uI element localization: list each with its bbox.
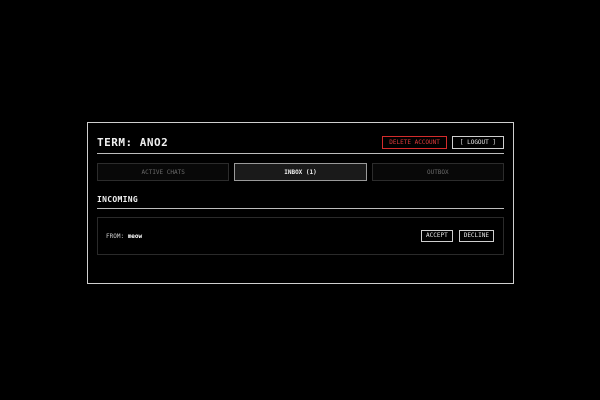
delete-account-button[interactable]: DELETE ACCOUNT [382, 135, 447, 149]
request-from: FROM: meow [106, 233, 142, 240]
from-label: FROM: [106, 232, 128, 240]
tab-inbox[interactable]: INBOX (1) [234, 163, 367, 181]
accept-button[interactable]: ACCEPT [421, 230, 453, 242]
from-username: meow [127, 232, 143, 240]
tab-bar: ACTIVE CHATS INBOX (1) OUTBOX [97, 163, 504, 181]
list-item: FROM: meow ACCEPT DECLINE [97, 217, 504, 255]
section-title: INCOMING [97, 195, 138, 204]
section-divider [97, 208, 504, 209]
decline-button[interactable]: DECLINE [458, 230, 494, 242]
tab-active-chats[interactable]: ACTIVE CHATS [97, 163, 230, 181]
request-actions: ACCEPT DECLINE [421, 230, 494, 242]
tab-outbox[interactable]: OUTBOX [371, 163, 504, 181]
logout-button[interactable]: [ LOGOUT ] [451, 135, 504, 149]
panel-header: TERM: ANO2 DELETE ACCOUNT [ LOGOUT ] [97, 131, 504, 153]
header-divider [97, 153, 504, 154]
header-actions: DELETE ACCOUNT [ LOGOUT ] [382, 135, 504, 149]
page-title: TERM: ANO2 [97, 135, 169, 149]
terminal-panel: TERM: ANO2 DELETE ACCOUNT [ LOGOUT ] ACT… [87, 122, 514, 284]
